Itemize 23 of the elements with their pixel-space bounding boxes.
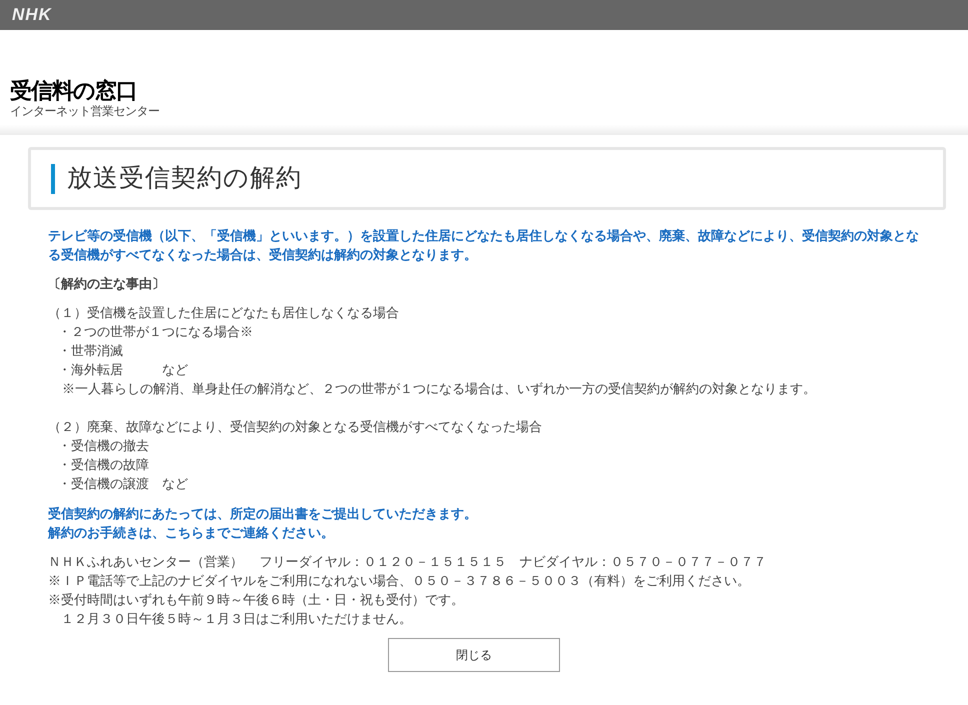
reason-item: ・世帯消滅	[57, 342, 124, 360]
reason-item: ・２つの世帯が１つになる場合※	[57, 323, 254, 341]
reason-item: ・受信機の故障	[57, 456, 150, 474]
reason-item: ・受信機の譲渡 など	[57, 475, 189, 493]
brand-logo: NHK	[12, 4, 52, 26]
reason-heading: （１）受信機を設置した住居にどなたも居住しなくなる場合	[48, 304, 400, 322]
close-button[interactable]: 閉じる	[388, 638, 560, 672]
contact-text: ＮＨＫふれあいセンター（営業） フリーダイヤル：０１２０－１５１５１５ ナビダイヤル：０５７０－０７７－０７７	[48, 553, 768, 571]
contact-text: ※ＩＰ電話等で上記のナビダイヤルをご利用になれない場合、０５０－３７８６－５００３（有料）をご利用ください。	[48, 572, 751, 590]
site-title: 受信料の窓口	[10, 78, 138, 104]
site-subtitle: インターネット営業センター	[10, 104, 160, 118]
notice-text: 受信契約の解約にあたっては、所定の届出書をご提出していただきます。	[48, 505, 478, 523]
contact-text: １２月３０日午後５時～１月３日はご利用いただけません。	[60, 610, 413, 628]
notice-text: 解約のお手続きは、こちらまでご連絡ください。	[48, 524, 335, 542]
reason-note: ※一人暮らしの解消、単身赴任の解消など、２つの世帯が１つになる場合は、いずれか一方の受信契約が解約の対象となります。	[61, 380, 817, 398]
section-heading: 〔解約の主な事由〕	[48, 275, 166, 293]
contact-text: ※受付時間はいずれも午前９時～午後６時（土・日・祝も受付）です。	[48, 591, 465, 609]
reason-item: ・受信機の撤去	[57, 437, 150, 455]
accent-bar	[51, 164, 55, 194]
reason-heading: （２）廃棄、故障などにより、受信契約の対象となる受信機がすべてなくなった場合	[48, 418, 543, 436]
intro-paragraph: テレビ等の受信機（以下、「受信機」といいます。）を設置した住居にどなたも居住しなくなる場合や、廃棄、故障などにより、受信契約の対象となる受信機がすべてなくなった場合は、受信契約は解約の対象となります。	[48, 227, 920, 264]
page-title: 放送受信契約の解約	[67, 162, 302, 194]
reason-item: ・海外転居 など	[57, 361, 189, 379]
